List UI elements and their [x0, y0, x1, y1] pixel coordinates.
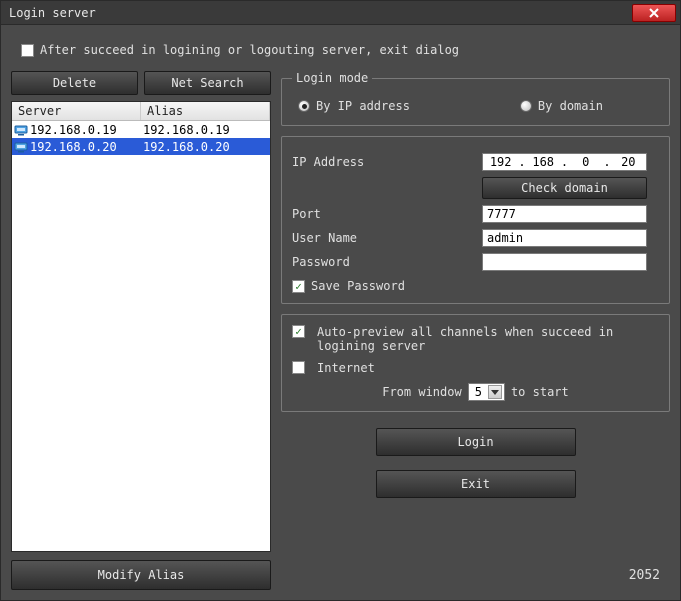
- radio-by-domain[interactable]: By domain: [520, 99, 603, 113]
- column-alias[interactable]: Alias: [141, 102, 270, 120]
- connection-group: IP Address 192. 168. 0. 20 Check domain …: [281, 136, 670, 304]
- server-icon: [14, 124, 28, 136]
- auto-preview-checkbox[interactable]: [292, 325, 305, 338]
- internet-row: Internet: [292, 361, 659, 375]
- window-title: Login server: [9, 6, 96, 20]
- port-input[interactable]: [482, 205, 647, 223]
- exit-button[interactable]: Exit: [376, 470, 576, 498]
- username-label: User Name: [292, 231, 482, 245]
- radio-by-domain-label: By domain: [538, 99, 603, 113]
- footer-row: Modify Alias 2052: [11, 560, 670, 590]
- auto-preview-row: Auto-preview all channels when succeed i…: [292, 325, 659, 353]
- auto-preview-label: Auto-preview all channels when succeed i…: [317, 325, 659, 353]
- radio-by-ip[interactable]: By IP address: [298, 99, 410, 113]
- ip-address-input[interactable]: 192. 168. 0. 20: [482, 153, 647, 171]
- delete-button[interactable]: Delete: [11, 71, 138, 95]
- cell-alias: 192.168.0.20: [141, 140, 270, 154]
- radio-dot-icon: [520, 100, 532, 112]
- from-window-prefix: From window: [382, 385, 461, 399]
- close-button[interactable]: [632, 4, 676, 22]
- save-password-checkbox[interactable]: [292, 280, 305, 293]
- footer-number: 2052: [629, 568, 660, 583]
- content-area: After succeed in logining or logouting s…: [1, 25, 680, 600]
- exit-dialog-checkbox[interactable]: [21, 44, 34, 57]
- right-column: Login mode By IP address By domain: [281, 71, 670, 552]
- from-window-suffix: to start: [511, 385, 569, 399]
- column-server[interactable]: Server: [12, 102, 141, 120]
- form-grid: IP Address 192. 168. 0. 20 Check domain …: [292, 153, 659, 271]
- net-search-button[interactable]: Net Search: [144, 71, 271, 95]
- password-input[interactable]: [482, 253, 647, 271]
- radio-by-ip-label: By IP address: [316, 99, 410, 113]
- modify-alias-button[interactable]: Modify Alias: [11, 560, 271, 590]
- internet-label: Internet: [317, 361, 375, 375]
- ip-address-label: IP Address: [292, 155, 482, 169]
- port-label: Port: [292, 207, 482, 221]
- radio-dot-icon: [298, 100, 310, 112]
- chevron-down-icon: [488, 385, 502, 399]
- server-list-body: 192.168.0.19 192.168.0.19 192.168.0.20 1…: [12, 121, 270, 551]
- from-window-row: From window 5 to start: [292, 383, 659, 401]
- exit-dialog-label: After succeed in logining or logouting s…: [40, 43, 459, 57]
- from-window-value: 5: [475, 385, 482, 399]
- check-domain-wrap: Check domain: [482, 177, 659, 199]
- save-password-label: Save Password: [311, 279, 405, 293]
- server-icon: [14, 141, 28, 153]
- cell-alias: 192.168.0.19: [141, 123, 270, 137]
- from-window-select[interactable]: 5: [468, 383, 505, 401]
- table-row[interactable]: 192.168.0.19 192.168.0.19: [12, 121, 270, 138]
- left-button-row: Delete Net Search: [11, 71, 271, 95]
- cell-server: 192.168.0.20: [12, 140, 141, 154]
- table-row[interactable]: 192.168.0.20 192.168.0.20: [12, 138, 270, 155]
- close-icon: [649, 8, 659, 18]
- username-input[interactable]: [482, 229, 647, 247]
- login-server-window: Login server After succeed in logining o…: [0, 0, 681, 601]
- action-buttons: Login Exit: [281, 428, 670, 498]
- server-list[interactable]: Server Alias 192.168.0.19 192.168.0.19: [11, 101, 271, 552]
- login-button[interactable]: Login: [376, 428, 576, 456]
- main-row: Delete Net Search Server Alias 192.168.0…: [11, 71, 670, 552]
- left-column: Delete Net Search Server Alias 192.168.0…: [11, 71, 271, 552]
- auto-preview-group: Auto-preview all channels when succeed i…: [281, 314, 670, 412]
- internet-checkbox[interactable]: [292, 361, 305, 374]
- login-mode-legend: Login mode: [292, 71, 372, 85]
- check-domain-button[interactable]: Check domain: [482, 177, 647, 199]
- exit-dialog-row: After succeed in logining or logouting s…: [21, 43, 670, 57]
- cell-server: 192.168.0.19: [12, 123, 141, 137]
- titlebar: Login server: [1, 1, 680, 25]
- save-password-row: Save Password: [292, 279, 659, 293]
- login-mode-radio-row: By IP address By domain: [292, 95, 659, 115]
- password-label: Password: [292, 255, 482, 269]
- login-mode-group: Login mode By IP address By domain: [281, 71, 670, 126]
- server-list-header: Server Alias: [12, 102, 270, 121]
